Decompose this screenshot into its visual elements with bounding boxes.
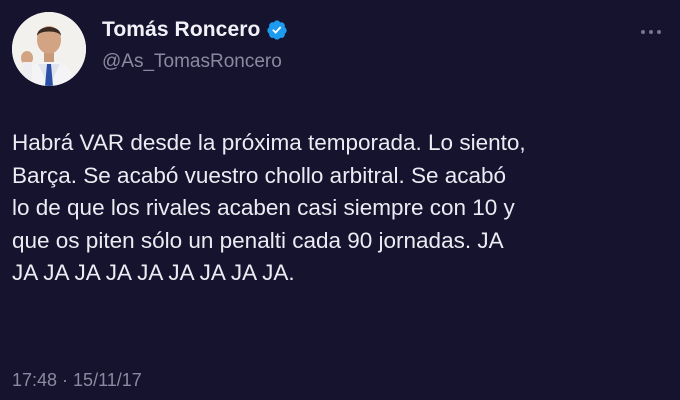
- author-handle[interactable]: @As_TomasRoncero: [102, 51, 282, 73]
- tweet-timestamp: 17:48 · 15/11/17: [12, 370, 142, 391]
- tweet-text: Habrá VAR desde la próxima temporada. Lo…: [12, 130, 526, 285]
- avatar[interactable]: [12, 12, 86, 86]
- tweet-card: Tomás Roncero @As_TomasRoncero Habrá VAR…: [0, 0, 680, 400]
- more-dot: [657, 30, 661, 34]
- more-options-icon[interactable]: [636, 22, 666, 42]
- verified-badge-icon: [267, 20, 288, 40]
- more-dot: [649, 30, 653, 34]
- tweet-time-link[interactable]: 17:48: [12, 370, 57, 390]
- tweet-date-link[interactable]: 15/11/17: [73, 370, 142, 390]
- meta-separator: ·: [57, 370, 74, 390]
- author-name-row[interactable]: Tomás Roncero: [102, 18, 288, 42]
- more-dot: [641, 30, 645, 34]
- profile-photo-icon: [12, 12, 86, 86]
- author-display-name[interactable]: Tomás Roncero: [102, 18, 260, 42]
